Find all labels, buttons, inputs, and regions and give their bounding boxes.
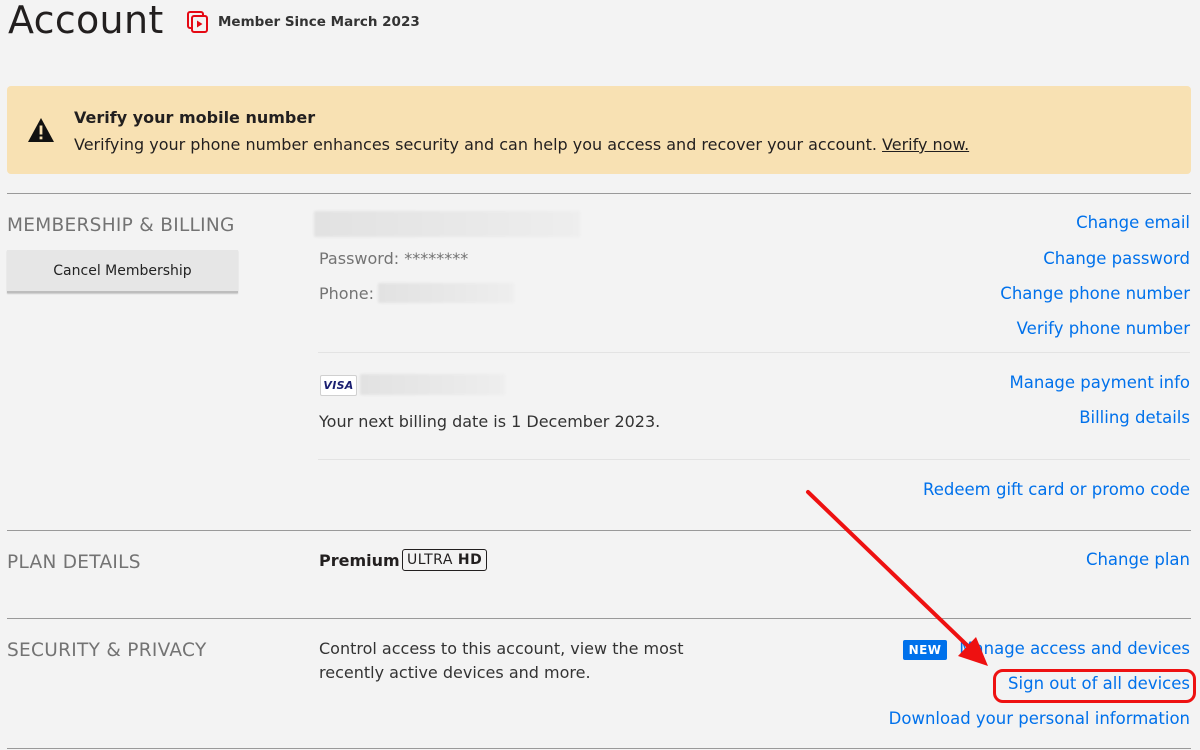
email-redacted	[314, 211, 580, 237]
security-description-line2: recently active devices and more.	[319, 663, 591, 682]
change-email-link[interactable]: Change email	[1076, 213, 1190, 232]
section-divider	[7, 748, 1191, 749]
security-privacy-heading: SECURITY & PRIVACY	[7, 640, 207, 661]
page-title: Account	[8, 0, 164, 42]
plan-details-heading: PLAN DETAILS	[7, 552, 141, 573]
section-divider	[7, 618, 1191, 619]
subsection-divider	[318, 352, 1190, 353]
highlight-box	[993, 669, 1196, 703]
verify-phone-banner	[7, 86, 1191, 174]
change-phone-link[interactable]: Change phone number	[1000, 284, 1190, 303]
visa-card-icon: VISA	[320, 375, 357, 396]
phone-redacted	[378, 283, 514, 303]
banner-text: Verifying your phone number enhances sec…	[74, 135, 969, 154]
download-personal-info-link[interactable]: Download your personal information	[889, 709, 1190, 728]
badge-ultra: ULTRA	[407, 552, 453, 568]
change-password-link[interactable]: Change password	[1043, 249, 1190, 268]
manage-access-devices-link[interactable]: Manage access and devices	[959, 639, 1190, 658]
phone-label: Phone:	[319, 284, 374, 303]
banner-title: Verify your mobile number	[74, 108, 316, 127]
section-divider	[7, 530, 1191, 531]
card-number-redacted	[360, 374, 505, 395]
ultra-hd-badge: ULTRA HD	[402, 549, 488, 571]
security-description-line1: Control access to this account, view the…	[319, 639, 684, 658]
plan-name: Premium	[319, 551, 400, 570]
warning-icon	[28, 118, 54, 142]
badge-hd: HD	[457, 552, 483, 568]
cancel-membership-button[interactable]: Cancel Membership	[7, 250, 238, 293]
membership-billing-heading: MEMBERSHIP & BILLING	[7, 215, 235, 236]
manage-payment-link[interactable]: Manage payment info	[1010, 373, 1190, 392]
member-since-label: Member Since March 2023	[218, 14, 420, 30]
subsection-divider	[318, 459, 1190, 460]
section-divider	[7, 193, 1191, 194]
password-label: Password: ********	[319, 249, 469, 268]
new-badge: NEW	[903, 640, 947, 660]
verify-now-link[interactable]: Verify now.	[882, 135, 969, 154]
banner-body: Verifying your phone number enhances sec…	[74, 135, 883, 154]
verify-phone-link[interactable]: Verify phone number	[1017, 319, 1190, 338]
billing-details-link[interactable]: Billing details	[1079, 408, 1190, 427]
change-plan-link[interactable]: Change plan	[1086, 550, 1190, 569]
next-billing-date: Your next billing date is 1 December 202…	[319, 412, 661, 431]
redeem-gift-card-link[interactable]: Redeem gift card or promo code	[923, 480, 1190, 499]
member-badge-icon	[187, 11, 208, 33]
